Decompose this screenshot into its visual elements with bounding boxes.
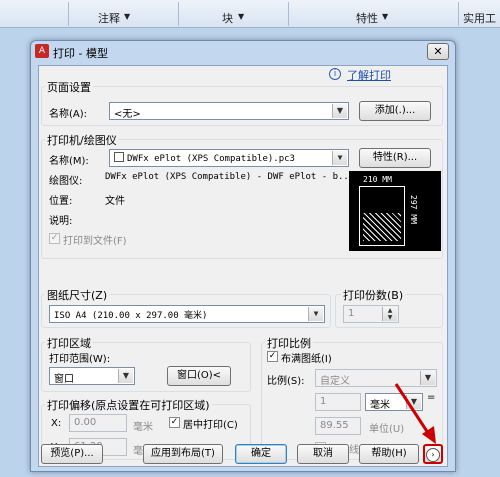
ribbon-separator [288, 2, 289, 26]
fit-to-paper-checkbox[interactable]: ✓ [267, 351, 278, 362]
paper-width-label: 210 MM [363, 175, 392, 184]
printer-name-select[interactable]: DWFx ePlot (XPS Compatible).pc3 ▼ [109, 149, 349, 167]
center-plot-label: 居中打印(C) [183, 420, 238, 431]
copies-label: 打印份数(B) [341, 287, 406, 303]
printer-label: 打印机/绘图仪 [45, 132, 119, 148]
page-setup-name-label: 名称(A): [49, 109, 88, 120]
paper-height-label: 297 MM [409, 195, 418, 224]
paper-size-select[interactable]: ISO A4 (210.00 x 297.00 毫米) ▼ [49, 305, 325, 323]
chevron-down-icon[interactable]: ▼ [124, 12, 130, 28]
chevron-right-icon: › [426, 448, 440, 462]
description-label: 说明: [49, 216, 73, 227]
ribbon-group-annotation[interactable]: 注释 [98, 10, 120, 26]
scale-value2-input[interactable]: 89.55 [315, 417, 361, 435]
add-page-setup-button[interactable]: 添加(.)... [359, 101, 431, 121]
page-setup-name-select[interactable]: <无> ▼ [109, 102, 349, 120]
plot-scale-label: 打印比例 [265, 335, 313, 351]
close-icon[interactable]: ✕ [427, 43, 449, 60]
preview-button[interactable]: 预览(P)... [41, 444, 103, 464]
offset-x-unit: 毫米 [133, 422, 153, 433]
paper-preview: 210 MM 297 MM [349, 171, 441, 251]
ribbon-separator [178, 2, 179, 26]
ribbon-separator [458, 2, 459, 26]
printer-properties-button[interactable]: 特性(R)... [359, 148, 431, 168]
plot-offset-label: 打印偏移(原点设置在可打印区域) [45, 397, 212, 413]
fit-to-paper-label: 布满图纸(I) [281, 354, 332, 365]
ribbon-group-block[interactable]: 块 [222, 10, 233, 26]
plot-to-file-label: 打印到文件(F) [63, 236, 127, 247]
chevron-down-icon: ▼ [332, 151, 347, 165]
chevron-down-icon: ▼ [332, 104, 347, 118]
annotation-arrow [394, 383, 436, 444]
plot-range-select[interactable]: 窗口 ▼ [49, 367, 135, 385]
plot-area-label: 打印区域 [45, 335, 93, 351]
apply-to-layout-button[interactable]: 应用到布局(T) [143, 444, 223, 464]
chevron-down-icon[interactable]: ▼ [238, 12, 244, 28]
printable-area-hatch [363, 213, 401, 241]
scale-value1-input[interactable]: 1 [315, 393, 361, 411]
plotter-icon [114, 152, 124, 162]
ribbon-group-utilities[interactable]: 实用工 [463, 10, 496, 26]
autocad-app-icon: A [35, 44, 49, 58]
page-setup-label: 页面设置 [45, 79, 93, 95]
chevron-down-icon: ▼ [118, 369, 133, 383]
dialog-titlebar[interactable]: A 打印 - 模型 ✕ [31, 41, 455, 63]
plot-range-label: 打印范围(W): [49, 354, 111, 365]
scale-label: 比例(S): [267, 376, 305, 387]
chevron-down-icon[interactable]: ▼ [382, 12, 388, 28]
chevron-down-icon: ▼ [308, 307, 323, 321]
dialog-title: 打印 - 模型 [53, 47, 108, 60]
location-value: 文件 [105, 196, 125, 207]
printer-name-label: 名称(M): [49, 156, 89, 167]
offset-x-input[interactable]: 0.00 [69, 414, 127, 432]
ok-button[interactable]: 确定 [235, 444, 287, 464]
plotter-label: 绘图仪: [49, 176, 83, 187]
spinner-icon[interactable]: ▲ ▼ [382, 307, 397, 321]
ribbon-panel-bar: 注释 ▼ 块 ▼ 特性 ▼ 实用工 [0, 0, 500, 28]
ribbon-group-properties[interactable]: 特性 [356, 10, 378, 26]
plotter-value: DWFx ePlot (XPS Compatible) - DWF ePlot … [105, 172, 355, 182]
dialog-client-area: i 了解打印 页面设置 名称(A): <无> ▼ 添加(.)... 打印机/绘图… [38, 65, 448, 467]
plot-to-file-checkbox[interactable]: ✓ [49, 233, 60, 244]
location-label: 位置: [49, 196, 73, 207]
window-pick-button[interactable]: 窗口(O)< [167, 366, 231, 386]
info-icon: i [329, 68, 341, 80]
ribbon-separator [68, 2, 69, 26]
offset-x-label: X: [51, 418, 62, 429]
annotation-arrow-shaft [394, 383, 432, 437]
center-plot-checkbox[interactable]: ✓ [169, 417, 180, 428]
learn-printing-link[interactable]: 了解打印 [347, 67, 391, 83]
copies-input[interactable]: 1 ▲ ▼ [343, 305, 399, 323]
paper-size-label: 图纸尺寸(Z) [45, 287, 110, 303]
cancel-button[interactable]: 取消 [297, 444, 349, 464]
